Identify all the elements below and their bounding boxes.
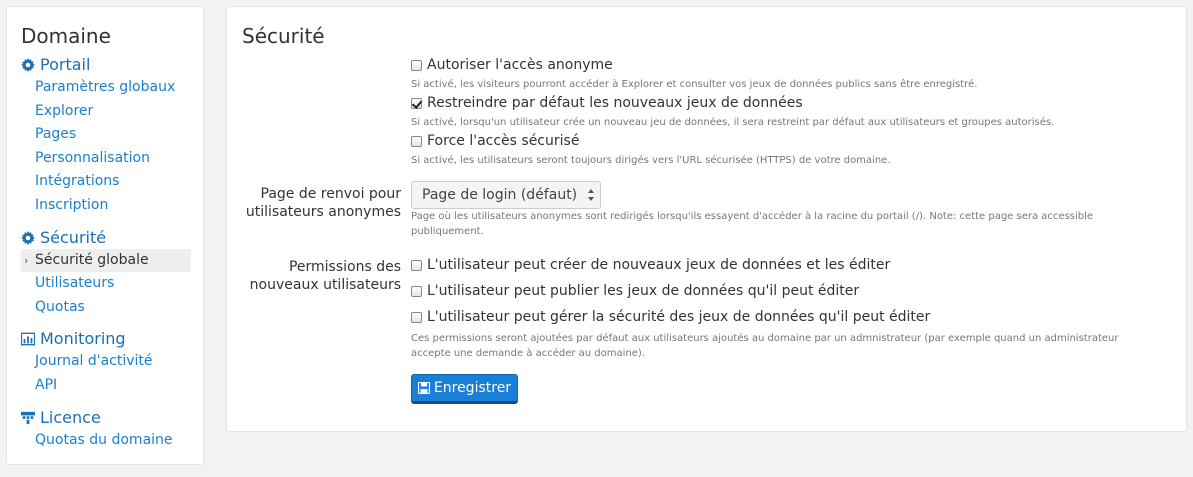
redirect-page-select[interactable]: Page de login (défaut) (411, 181, 601, 209)
chevron-right-icon: › (24, 254, 29, 267)
sidebar-item-integrations[interactable]: Intégrations (21, 170, 191, 193)
bar-chart-icon (21, 332, 35, 345)
option-anonymous-access[interactable]: Autoriser l'accès anonyme (411, 57, 613, 73)
select-value: Page de login (défaut) (422, 187, 578, 203)
create-datasets-checkbox[interactable] (411, 259, 422, 271)
option-label: L'utilisateur peut gérer la sécurité des… (427, 309, 931, 325)
sidebar-item-label: Sécurité globale (35, 252, 149, 268)
save-button-label: Enregistrer (433, 380, 512, 396)
publish-datasets-checkbox[interactable] (411, 285, 422, 297)
permission-publish-datasets[interactable]: L'utilisateur peut publier les jeux de d… (411, 283, 859, 299)
select-arrows-icon (588, 189, 594, 201)
sidebar-item-personnalisation[interactable]: Personnalisation (21, 147, 191, 170)
option-help-text: Si activé, les visiteurs pourront accéde… (411, 79, 978, 90)
permission-create-datasets[interactable]: L'utilisateur peut créer de nouveaux jeu… (411, 257, 890, 273)
sidebar-group-label: Sécurité (40, 228, 107, 247)
save-button[interactable]: Enregistrer (411, 374, 518, 404)
sidebar-item-securite-globale[interactable]: › Sécurité globale (21, 249, 191, 272)
page-title: Sécurité (242, 24, 325, 48)
option-label: Autoriser l'accès anonyme (427, 57, 613, 73)
sidebar-item-explorer[interactable]: Explorer (21, 100, 191, 123)
sidebar-item-parametres-globaux[interactable]: Paramètres globaux (21, 76, 191, 99)
option-label: Restreindre par défaut les nouveaux jeux… (427, 95, 803, 111)
restrict-datasets-checkbox[interactable] (411, 97, 422, 109)
sidebar-item-quotas-du-domaine[interactable]: Quotas du domaine (21, 429, 191, 452)
option-label: L'utilisateur peut créer de nouveaux jeu… (427, 257, 891, 273)
sidebar-group-licence[interactable]: Licence (21, 408, 101, 427)
sidebar: Domaine Portail Paramètres globaux Explo… (6, 6, 204, 465)
anonymous-access-checkbox[interactable] (411, 59, 422, 71)
option-label: L'utilisateur peut publier les jeux de d… (427, 283, 860, 299)
sidebar-group-securite[interactable]: Sécurité (21, 228, 106, 247)
sidebar-group-label: Portail (40, 55, 91, 74)
redirect-help-text: Page où les utilisateurs anonymes sont r… (411, 211, 1094, 237)
sidebar-title: Domaine (21, 24, 111, 48)
sidebar-item-pages[interactable]: Pages (21, 123, 191, 146)
option-label: Force l'accès sécurisé (427, 133, 580, 149)
sidebar-group-label: Licence (40, 408, 101, 427)
security-panel: Sécurité Autoriser l'accès anonyme Si ac… (226, 6, 1187, 432)
force-secure-checkbox[interactable] (411, 135, 422, 147)
permissions-help-text: Ces permissions seront ajoutées par défa… (411, 333, 1119, 359)
sidebar-group-portail[interactable]: Portail (21, 55, 90, 74)
option-force-secure[interactable]: Force l'accès sécurisé (411, 133, 579, 149)
option-restrict-datasets[interactable]: Restreindre par défaut les nouveaux jeux… (411, 95, 803, 111)
permission-manage-security[interactable]: L'utilisateur peut gérer la sécurité des… (411, 309, 930, 325)
gear-icon (21, 230, 35, 245)
permissions-label: Permissions des nouveaux utilisateurs (249, 259, 401, 293)
sitemap-icon (21, 411, 35, 424)
redirect-page-label: Page de renvoi pour utilisateurs anonyme… (245, 186, 401, 220)
sidebar-group-monitoring[interactable]: Monitoring (21, 329, 126, 348)
sidebar-item-journal-activite[interactable]: Journal d'activité (21, 350, 191, 373)
sidebar-item-utilisateurs[interactable]: Utilisateurs (21, 272, 191, 295)
sidebar-item-quotas[interactable]: Quotas (21, 296, 191, 319)
sidebar-group-label: Monitoring (40, 329, 126, 348)
sidebar-item-inscription[interactable]: Inscription (21, 194, 191, 217)
sidebar-item-api[interactable]: API (21, 374, 191, 397)
option-help-text: Si activé, les utilisateurs seront toujo… (411, 155, 891, 166)
gear-icon (21, 57, 35, 72)
option-help-text: Si activé, lorsqu'un utilisateur crée un… (411, 117, 1055, 128)
manage-security-checkbox[interactable] (411, 311, 422, 323)
floppy-disk-icon (417, 382, 430, 394)
